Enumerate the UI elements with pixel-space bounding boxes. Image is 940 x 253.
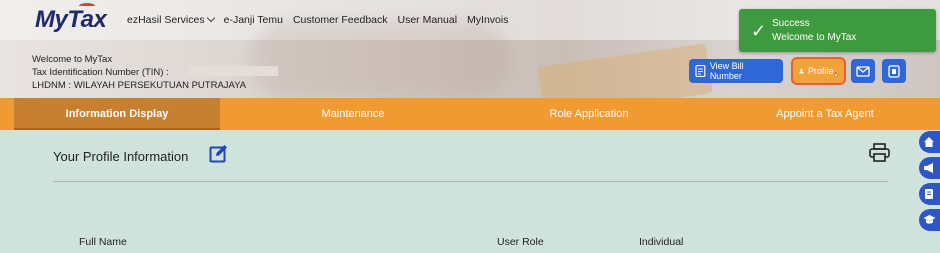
nav-e-janji-temu[interactable]: e-Janji Temu — [224, 14, 283, 26]
nav-customer-feedback[interactable]: Customer Feedback — [293, 14, 388, 26]
checkmark-icon: ✓ — [751, 21, 767, 41]
tin-redacted — [188, 66, 278, 76]
toast-message: Welcome to MyTax — [772, 32, 857, 43]
page-title: Your Profile Information — [53, 149, 189, 164]
nav-myinvois[interactable]: MyInvois — [467, 14, 508, 26]
tab-information-display[interactable]: Information Display — [14, 98, 220, 130]
nav-ezhasil-services[interactable]: ezHasil Services — [127, 13, 215, 26]
user-role-value: Individual — [639, 236, 684, 248]
document-icon — [695, 65, 706, 77]
section-divider — [53, 181, 888, 182]
home-icon — [924, 137, 934, 147]
edit-icon[interactable] — [209, 144, 228, 163]
banner-card-graphic — [537, 43, 713, 98]
profile-button[interactable]: Profile — [791, 57, 846, 85]
logout-button[interactable] — [882, 59, 906, 83]
logo-swoosh — [79, 3, 95, 9]
user-role-label: User Role — [497, 236, 544, 248]
print-icon[interactable] — [869, 143, 890, 162]
side-home-button[interactable] — [919, 131, 940, 153]
tab-maintenance[interactable]: Maintenance — [253, 98, 453, 130]
side-document-button[interactable] — [919, 183, 940, 205]
profile-content: Your Profile Information Full Name User … — [0, 130, 940, 253]
view-bill-number-button[interactable]: View Bill Number — [689, 59, 783, 83]
main-tab-bar: Information Display Maintenance Role App… — [0, 98, 940, 130]
logout-icon — [888, 64, 900, 78]
envelope-icon — [856, 66, 870, 77]
graduation-cap-icon — [923, 215, 936, 224]
mail-button[interactable] — [851, 59, 875, 83]
user-icon — [799, 68, 804, 74]
side-announcement-button[interactable] — [919, 157, 940, 179]
side-education-button[interactable] — [919, 209, 940, 231]
toast-title: Success — [772, 18, 810, 29]
full-name-label: Full Name — [79, 236, 127, 248]
lhdnm-branch: LHDNM : WILAYAH PERSEKUTUAN PUTRAJAYA — [32, 80, 247, 91]
chevron-down-icon — [206, 13, 215, 23]
mytax-logo[interactable]: MyTax — [35, 3, 107, 34]
banner-photo — [250, 20, 510, 98]
tab-appoint-tax-agent[interactable]: Appoint a Tax Agent — [725, 98, 925, 130]
megaphone-icon — [924, 163, 933, 173]
tab-role-application[interactable]: Role Application — [489, 98, 689, 130]
nav-user-manual[interactable]: User Manual — [398, 14, 458, 26]
top-nav: ezHasil Services e-Janji Temu Customer F… — [127, 13, 508, 26]
hand-cursor-icon — [834, 71, 838, 77]
book-icon — [925, 189, 933, 199]
success-toast[interactable]: ✓ Success Welcome to MyTax — [739, 9, 936, 52]
welcome-text: Welcome to MyTax — [32, 54, 113, 65]
